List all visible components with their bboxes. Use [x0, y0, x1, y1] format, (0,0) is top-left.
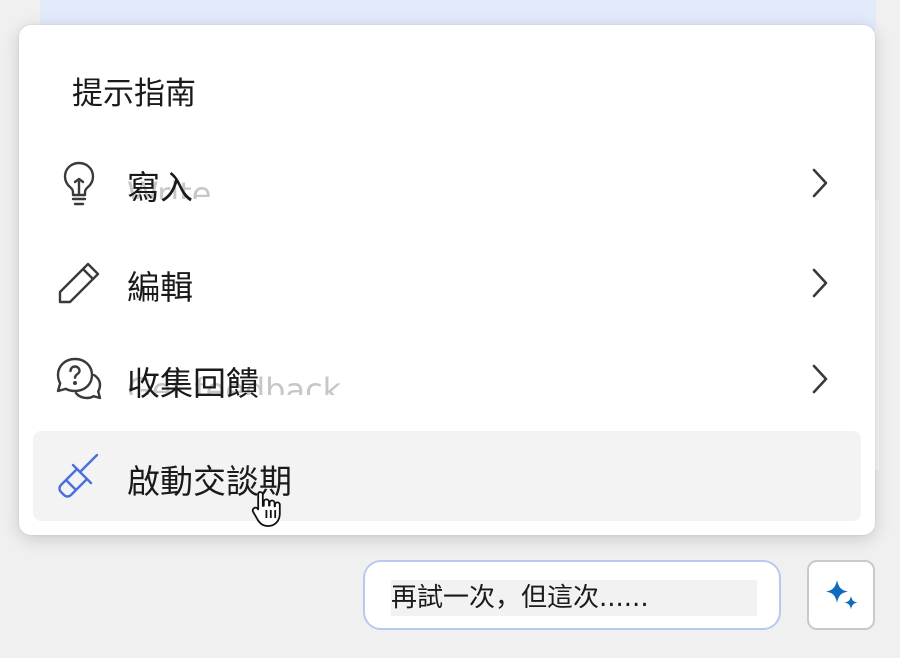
menu-item-label: 寫入 — [127, 168, 193, 207]
menu-item-label: 收集回饋 — [127, 364, 259, 403]
chevron-right-icon — [807, 361, 831, 397]
menu-item-new-conversation[interactable]: 啟動交談期 — [33, 431, 861, 521]
suggestion-text: 再試一次，但這次...... — [391, 580, 757, 616]
broom-icon — [53, 451, 105, 503]
chat-question-icon — [53, 353, 105, 405]
prompt-guide-menu: 提示指南 Write 寫入 編輯 Get feedback 收集回饋 啟動交談期 — [19, 25, 875, 535]
suggestion-chip[interactable]: 再試一次，但這次...... — [363, 560, 781, 630]
menu-title: 提示指南 — [72, 76, 196, 112]
menu-item-label: 編輯 — [127, 268, 193, 307]
menu-item-edit[interactable]: 編輯 — [33, 237, 861, 327]
sparkle-icon — [826, 580, 858, 610]
menu-item-write[interactable]: Write 寫入 — [33, 137, 861, 227]
chevron-right-icon — [807, 165, 831, 201]
prompt-guide-button[interactable] — [807, 560, 875, 630]
hand-pointer-cursor-icon — [248, 488, 284, 528]
pencil-icon — [53, 257, 105, 309]
chevron-right-icon — [807, 265, 831, 301]
menu-item-get-feedback[interactable]: Get feedback 收集回饋 — [33, 333, 861, 423]
lightbulb-icon — [53, 157, 105, 209]
